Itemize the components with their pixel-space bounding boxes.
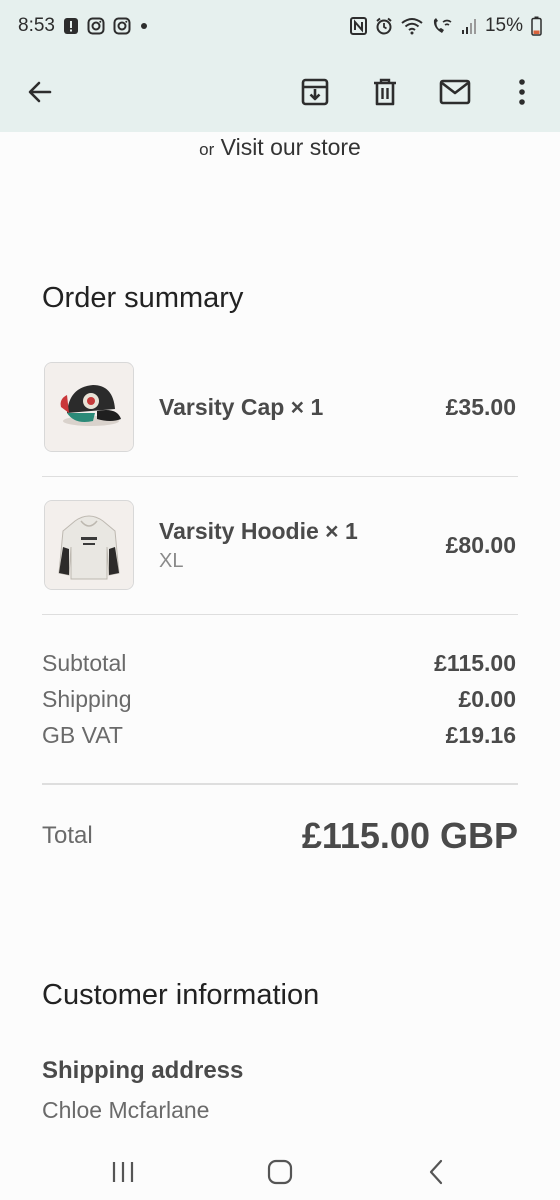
- status-time: 8:53: [18, 15, 55, 36]
- customer-info-title: Customer information: [42, 979, 320, 1011]
- shipping-row: Shipping £0.00: [42, 686, 518, 720]
- email-content: or Visit our store Order summary Varsity…: [0, 132, 560, 1142]
- nfc-icon: [349, 17, 367, 35]
- total-label: Total: [42, 822, 93, 849]
- cap-image: [44, 362, 134, 452]
- delete-icon[interactable]: [359, 66, 411, 118]
- shipping-name: Chloe Mcfarlane: [42, 1097, 210, 1123]
- status-bar: 8:53 15%: [0, 0, 560, 52]
- item-price: £80.00: [445, 532, 516, 558]
- dot-icon: [139, 21, 149, 31]
- or-text: or: [199, 140, 215, 159]
- subtotal-row: Subtotal £115.00: [42, 650, 518, 684]
- subtotal-value: £115.00: [434, 650, 516, 676]
- wifi-calling-icon: [431, 17, 453, 35]
- navigation-bar: [0, 1142, 560, 1200]
- divider: [42, 614, 518, 615]
- item-name: Varsity Hoodie × 1: [159, 518, 358, 544]
- wifi-icon: [401, 17, 423, 35]
- back-arrow-icon[interactable]: [14, 66, 66, 118]
- hoodie-image: [44, 500, 134, 590]
- mail-icon[interactable]: [429, 66, 481, 118]
- home-icon[interactable]: [250, 1152, 310, 1192]
- alert-icon: [63, 17, 79, 35]
- subtotal-label: Subtotal: [42, 650, 127, 676]
- app-bar: [0, 52, 560, 132]
- item-price: £35.00: [445, 394, 516, 420]
- alarm-icon: [375, 17, 393, 35]
- shipping-address-heading: Shipping address: [42, 1057, 244, 1084]
- divider: [42, 783, 518, 785]
- vat-row: GB VAT £19.16: [42, 722, 518, 756]
- visit-store-link[interactable]: Visit our store: [221, 134, 361, 160]
- order-summary-title: Order summary: [42, 282, 244, 314]
- shipping-value: £0.00: [458, 686, 516, 712]
- vat-label: GB VAT: [42, 722, 123, 748]
- more-vert-icon[interactable]: [496, 66, 548, 118]
- vat-value: £19.16: [445, 722, 516, 748]
- battery-icon: [531, 16, 542, 36]
- signal-icon: [461, 17, 477, 35]
- shipping-label: Shipping: [42, 686, 132, 712]
- archive-icon[interactable]: [289, 66, 341, 118]
- total-value: £115.00 GBP: [301, 815, 518, 856]
- divider: [42, 476, 518, 477]
- battery-percent: 15%: [484, 15, 523, 36]
- order-item: Varsity Cap × 1 £35.00: [42, 362, 518, 454]
- item-variant: XL: [159, 550, 184, 572]
- instagram-icon: [87, 17, 105, 35]
- recents-icon[interactable]: [93, 1152, 153, 1192]
- instagram-icon: [113, 17, 131, 35]
- back-icon[interactable]: [406, 1152, 466, 1192]
- visit-store-line: or Visit our store: [0, 132, 560, 165]
- item-name: Varsity Cap × 1: [159, 394, 324, 420]
- order-item: Varsity Hoodie × 1 XL £80.00: [42, 500, 518, 592]
